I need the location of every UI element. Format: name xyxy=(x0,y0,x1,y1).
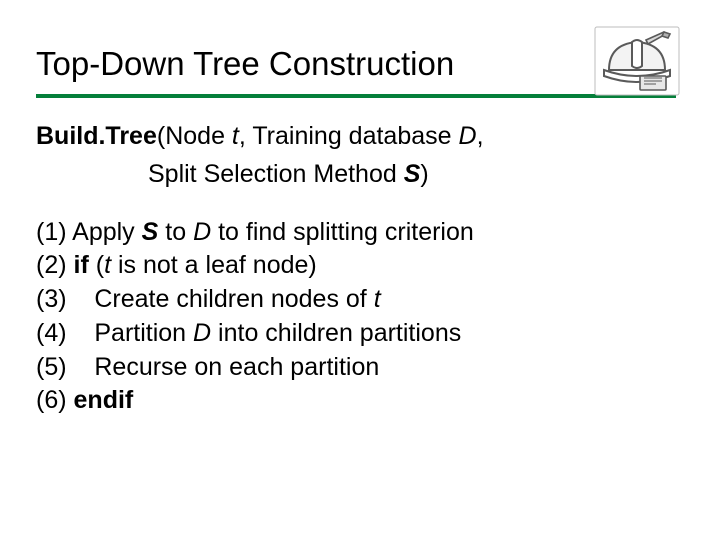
sig-training: Training database xyxy=(252,122,451,150)
step-text: Recurse on each partition xyxy=(94,353,379,381)
slide-title: Top-Down Tree Construction xyxy=(36,46,600,82)
sig-node-word: Node xyxy=(165,122,225,150)
step-text: is not a leaf node) xyxy=(118,251,317,279)
function-signature-line1: Build.Tree(Node t, Training database D, xyxy=(36,120,660,154)
step-1: (1) Apply S to D to find splitting crite… xyxy=(36,216,660,250)
step-2: (2) if (t is not a leaf node) xyxy=(36,249,660,283)
function-signature-line2: Split Selection Method S) xyxy=(36,158,660,192)
step-num: (6) xyxy=(36,386,67,414)
step-var: D xyxy=(193,319,211,347)
step-text: to find splitting criterion xyxy=(218,218,474,246)
title-wrap: Top-Down Tree Construction xyxy=(36,46,600,82)
step-var: S xyxy=(142,218,159,246)
step-var: t xyxy=(374,285,381,313)
steps: (1) Apply S to D to find splitting crite… xyxy=(36,216,660,419)
step-var: D xyxy=(193,218,211,246)
sig-s: S xyxy=(404,160,421,188)
sig-d: D xyxy=(459,122,477,150)
step-5: (5) Recurse on each partition xyxy=(36,351,660,385)
step-kw: endif xyxy=(74,386,134,414)
step-kw: if xyxy=(74,251,89,279)
sig-comma1: , xyxy=(239,122,246,150)
step-3: (3) Create children nodes of t xyxy=(36,283,660,317)
step-num: (1) xyxy=(36,218,67,246)
step-num: (4) xyxy=(36,319,67,347)
sig-close: ) xyxy=(420,160,428,188)
sig-space3 xyxy=(452,122,459,150)
sig-comma2: , xyxy=(477,122,484,150)
title-underline xyxy=(36,94,676,98)
sig-space4 xyxy=(397,160,404,188)
step-text: into children partitions xyxy=(218,319,461,347)
step-text: Apply xyxy=(72,218,135,246)
step-text: to xyxy=(165,218,186,246)
step-text: Partition xyxy=(94,319,186,347)
step-num: (3) xyxy=(36,285,67,313)
step-text: ( xyxy=(96,251,104,279)
step-4: (4) Partition D into children partitions xyxy=(36,317,660,351)
slide: Top-Down Tree Construction Build.Tree(No… xyxy=(0,0,720,540)
hardhat-icon xyxy=(594,26,680,96)
func-name: Build.Tree xyxy=(36,122,157,150)
sig-t: t xyxy=(232,122,239,150)
step-num: (5) xyxy=(36,353,67,381)
sig-split: Split Selection Method xyxy=(148,160,397,188)
step-num: (2) xyxy=(36,251,67,279)
sig-open: ( xyxy=(157,122,165,150)
sig-space1 xyxy=(225,122,232,150)
step-6: (6) endif xyxy=(36,384,660,418)
step-var: t xyxy=(104,251,111,279)
step-text: Create children nodes of xyxy=(94,285,366,313)
slide-body: Build.Tree(Node t, Training database D, … xyxy=(36,120,660,418)
